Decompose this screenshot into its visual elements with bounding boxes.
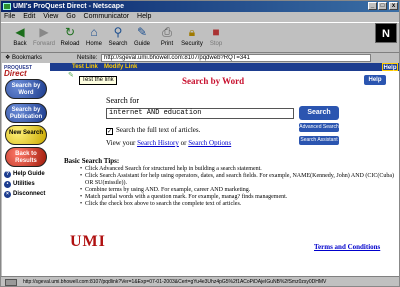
print-icon: ⎙ (162, 25, 172, 39)
page-content: PROQUEST Direct Search by Word Search by … (2, 63, 399, 276)
utilities-link[interactable]: • Utilities (4, 181, 35, 188)
stop-label: Stop (209, 41, 223, 47)
sidebar: PROQUEST Direct Search by Word Search by … (2, 63, 50, 276)
new-search-button[interactable]: New Search (5, 125, 47, 145)
minimize-button[interactable]: _ (368, 2, 377, 10)
window-title: UMI's ProQuest Direct - Netscape (13, 3, 124, 10)
disconnect-link[interactable]: × Disconnect (4, 191, 45, 198)
print-button[interactable]: ⎙ Print (156, 25, 178, 47)
menu-edit[interactable]: Edit (23, 13, 35, 20)
menu-file[interactable]: File (4, 13, 15, 20)
proquest-logo: PROQUEST Direct (4, 65, 48, 79)
stop-icon: ■ (212, 25, 220, 39)
disconnect-label: Disconnect (13, 191, 46, 197)
tip-item: Click the check box above to search the … (80, 201, 396, 208)
bookmark-icon: ❖ (5, 55, 13, 61)
maximize-button[interactable]: □ (378, 2, 387, 10)
disconnect-icon: × (4, 191, 11, 198)
help-guide-link[interactable]: ? Help Guide (4, 171, 45, 178)
home-icon: ⌂ (90, 25, 98, 39)
forward-arrow-icon: ▶ (39, 25, 49, 39)
modify-link[interactable]: Modify Link (104, 63, 137, 71)
home-label: Home (85, 41, 102, 47)
search-options-link[interactable]: Search Options (188, 139, 231, 147)
menu-go[interactable]: Go (66, 13, 75, 20)
close-button[interactable]: x (389, 2, 398, 10)
location-label: Netsite: (77, 55, 98, 61)
cursor-link-icon: ✎ (68, 72, 74, 79)
bookmarks-button[interactable]: ❖ Bookmarks (5, 53, 42, 63)
or-text: or (178, 139, 189, 147)
guide-button[interactable]: ✎ Guide (131, 25, 153, 47)
url-input[interactable]: http://sgeval.umi.bhowell.com:8107/pqdwe… (101, 54, 371, 62)
connection-status-icon (5, 279, 17, 286)
stop-button[interactable]: ■ Stop (205, 25, 227, 47)
fulltext-checkbox[interactable]: ✓ (106, 128, 113, 135)
tooltip: Test the link (79, 76, 117, 85)
tips-list: Click Advanced Search for structured hel… (80, 166, 396, 208)
browser-window: UMI's ProQuest Direct - Netscape _ □ x F… (0, 0, 400, 287)
menu-bar: File Edit View Go Communicator Help (1, 12, 399, 22)
reload-label: Reload (60, 41, 80, 47)
fulltext-option: ✓ Search the full text of articles. (106, 126, 200, 135)
home-button[interactable]: ⌂ Home (83, 25, 105, 47)
forward-label: Forward (33, 41, 56, 47)
tip-item: Combine terms by using AND. For example,… (80, 187, 396, 194)
back-arrow-icon: ◀ (15, 25, 25, 39)
search-history-link[interactable]: Search History (137, 139, 179, 147)
netscape-app-icon (3, 3, 11, 10)
fulltext-label: Search the full text of articles. (116, 126, 201, 134)
search-input[interactable]: internet AND education (106, 108, 294, 119)
utilities-label: Utilities (13, 181, 35, 187)
title-bar: UMI's ProQuest Direct - Netscape _ □ x (1, 1, 399, 12)
search-button[interactable]: ⚲ Search (107, 25, 129, 47)
tip-item: Match partial words with a question mark… (80, 194, 396, 201)
terms-link[interactable]: Terms and Conditions (314, 243, 380, 251)
search-icon: ⚲ (113, 25, 123, 39)
menu-help[interactable]: Help (137, 13, 151, 20)
bookmarks-label: Bookmarks (12, 55, 43, 61)
search-label: Search (108, 41, 128, 47)
search-by-word-button[interactable]: Search by Word (5, 79, 47, 99)
test-link[interactable]: Test Link (72, 63, 98, 71)
advanced-search-button[interactable]: Advanced Search (299, 123, 339, 132)
utilities-icon: • (4, 181, 11, 188)
guide-label: Guide (133, 41, 150, 47)
top-link-strip: Test Link Modify Link Help (50, 63, 399, 71)
view-line: View your Search History or Search Optio… (106, 139, 231, 147)
guide-icon: ✎ (136, 25, 148, 39)
help-top-button[interactable]: Help (382, 63, 398, 71)
help-button[interactable]: Help (364, 75, 386, 85)
netscape-logo-icon: N (375, 23, 397, 43)
menu-view[interactable]: View (43, 13, 58, 20)
tip-item: Click Advanced Search for structured hel… (80, 166, 396, 173)
search-by-publication-button[interactable]: Search by Publication (5, 103, 47, 123)
menu-communicator[interactable]: Communicator (84, 13, 130, 20)
lock-icon: 🔒︎ (188, 25, 196, 39)
print-label: Print (160, 41, 174, 47)
security-button[interactable]: 🔒︎ Security (181, 25, 203, 47)
status-bar: http://sgeval.umi.bhowell.com:8107/pqdli… (1, 276, 399, 287)
tips-heading: Basic Search Tips: (64, 157, 120, 165)
back-label: Back (13, 41, 27, 47)
help-icon: ? (4, 171, 11, 178)
view-prefix: View your (106, 139, 138, 147)
location-bar: ❖ Bookmarks Netsite: http://sgeval.umi.b… (1, 53, 399, 63)
umi-logo: UMI (70, 233, 106, 250)
security-label: Security (181, 41, 203, 47)
search-submit-button[interactable]: Search (299, 106, 339, 120)
search-for-label: Search for (106, 96, 140, 105)
reload-button[interactable]: ↻ Reload (59, 25, 81, 47)
navigation-toolbar: ◀ Back ▶ Forward ↻ Reload ⌂ Home ⚲ Search ✎ Gu… (1, 22, 399, 53)
search-assistant-button[interactable]: Search Assistant (299, 136, 339, 145)
back-to-results-button[interactable]: Back to Results (5, 147, 47, 167)
logo-bottom-text: Direct (4, 69, 27, 78)
tip-item: Click Search Assistant for help using op… (80, 173, 396, 187)
back-button[interactable]: ◀ Back (9, 25, 31, 47)
help-guide-label: Help Guide (13, 171, 45, 177)
forward-button[interactable]: ▶ Forward (33, 25, 55, 47)
status-text: http://sgeval.umi.bhowell.com:8107/pqdli… (23, 279, 327, 285)
page-title: Search by Word (182, 76, 245, 86)
reload-icon: ↻ (64, 25, 76, 39)
